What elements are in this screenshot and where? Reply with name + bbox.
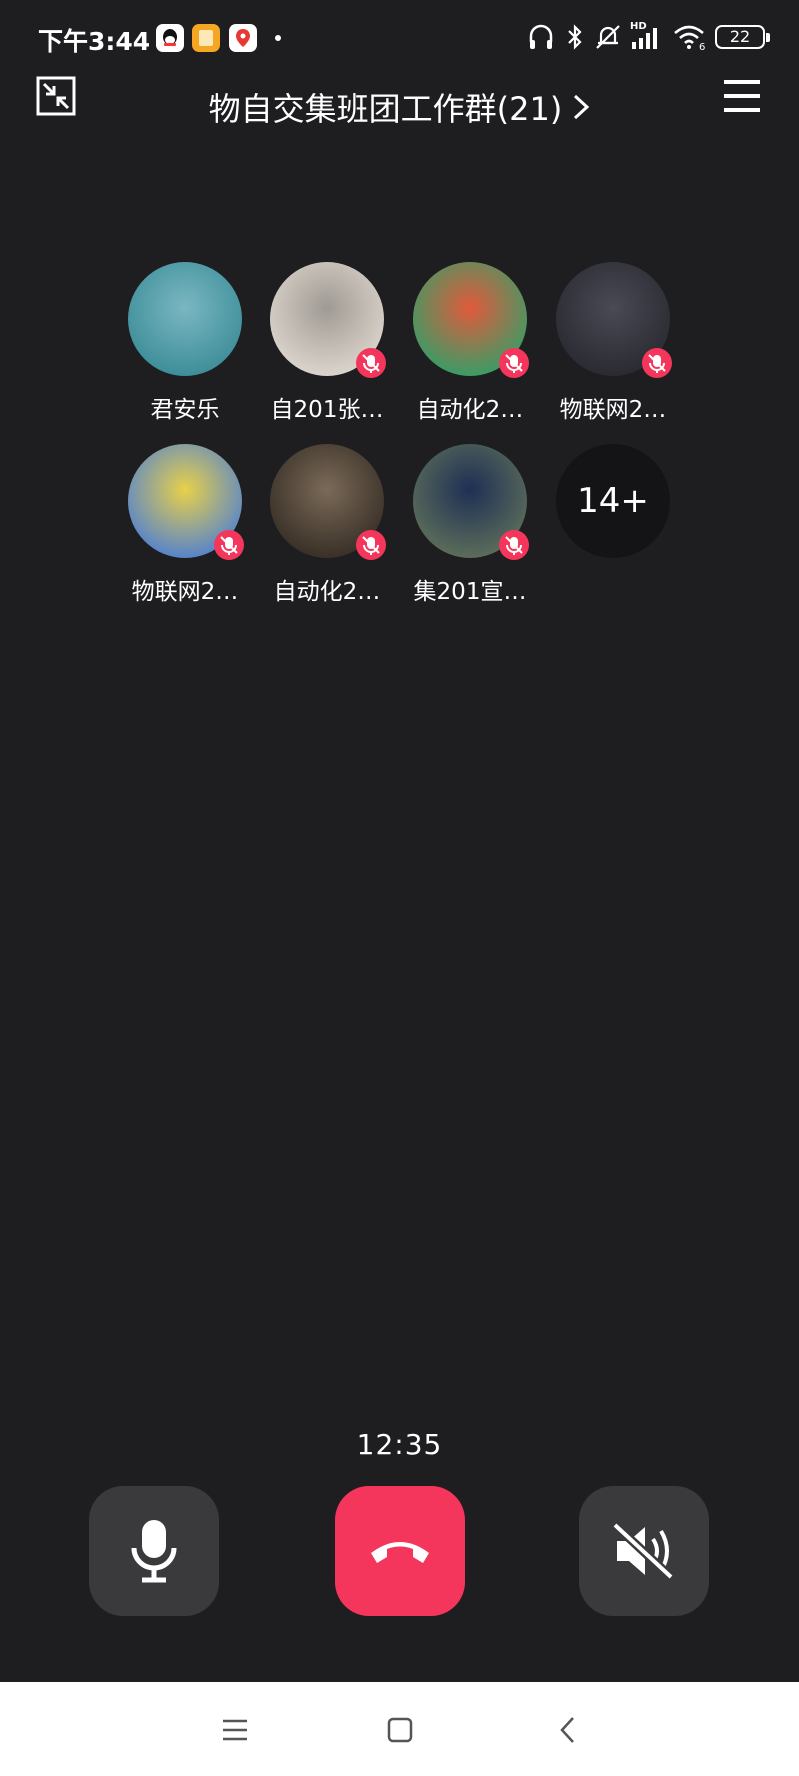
hang-up-button[interactable]	[335, 1486, 465, 1616]
muted-mic-icon	[356, 530, 386, 560]
call-timer: 12:35	[356, 1428, 443, 1461]
member-tile[interactable]: 自动化2…	[400, 262, 540, 424]
battery-icon: 22	[715, 25, 770, 49]
member-tile[interactable]: 自动化2…	[257, 444, 397, 606]
home-icon[interactable]	[380, 1710, 420, 1750]
signal-icon	[632, 28, 657, 49]
more-members-tile[interactable]: 14+	[543, 444, 683, 558]
menu-icon[interactable]	[722, 78, 762, 114]
mute-bell-icon	[596, 25, 620, 49]
system-nav-bar	[0, 1682, 799, 1776]
battery-level: 22	[729, 27, 751, 46]
member-name: 物联网2…	[559, 397, 667, 423]
more-members-count: 14+	[556, 444, 670, 558]
avatar	[128, 262, 242, 376]
member-tile[interactable]: 物联网2…	[115, 444, 255, 606]
member-tile[interactable]: 集201宣…	[400, 444, 540, 606]
member-name: 物联网2…	[131, 579, 239, 605]
muted-mic-icon	[499, 530, 529, 560]
chevron-right-icon	[574, 94, 590, 120]
notes-icon	[192, 24, 220, 52]
group-title[interactable]: 物自交集班团工作群(21)	[0, 84, 799, 130]
microphone-icon	[131, 1520, 177, 1583]
maps-icon	[229, 24, 257, 52]
speaker-off-button[interactable]	[579, 1486, 709, 1616]
muted-mic-icon	[356, 348, 386, 378]
recent-apps-icon[interactable]	[215, 1710, 255, 1750]
notification-dot	[275, 35, 281, 41]
microphone-button[interactable]	[89, 1486, 219, 1616]
back-icon[interactable]	[548, 1710, 588, 1750]
member-tile[interactable]: 君安乐	[115, 262, 255, 424]
member-tile[interactable]: 自201张…	[257, 262, 397, 424]
muted-mic-icon	[214, 530, 244, 560]
bluetooth-icon	[568, 24, 582, 50]
status-time: 下午3:44	[38, 27, 151, 56]
member-name: 自动化2…	[416, 397, 524, 423]
member-name: 君安乐	[150, 397, 220, 423]
member-name: 集201宣…	[413, 579, 527, 605]
member-name: 自201张…	[270, 397, 384, 423]
muted-mic-icon	[499, 348, 529, 378]
qq-icon	[156, 24, 184, 52]
member-tile[interactable]: 物联网2…	[543, 262, 683, 424]
wifi-sub-label: 6	[699, 42, 706, 53]
status-bar: 下午3:44 HD 6 22	[0, 0, 799, 76]
group-title-text: 物自交集班团工作群(21)	[208, 90, 563, 128]
speaker-off-icon	[611, 1521, 675, 1581]
headset-icon	[529, 24, 553, 49]
hang-up-icon	[371, 1542, 429, 1563]
muted-mic-icon	[642, 348, 672, 378]
member-name: 自动化2…	[273, 579, 381, 605]
